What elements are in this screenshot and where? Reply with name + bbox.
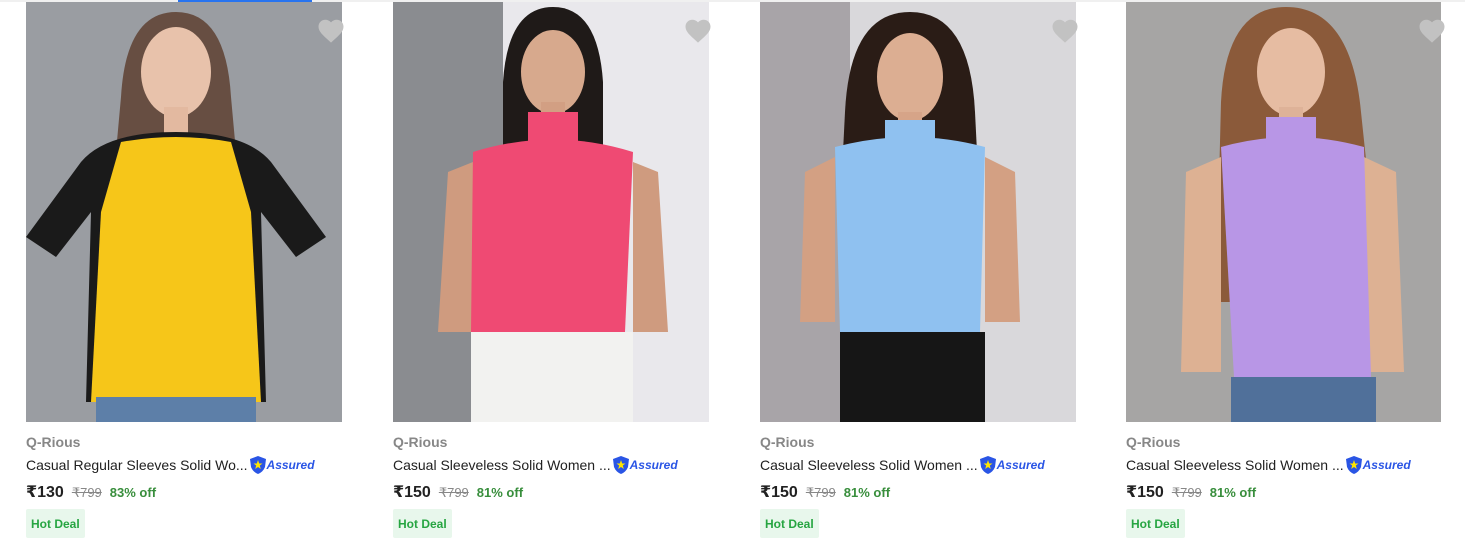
- product-grid: Q-Rious Casual Regular Sleeves Solid Wo.…: [0, 0, 1465, 547]
- heart-icon[interactable]: [1417, 16, 1447, 46]
- product-title[interactable]: Casual Regular Sleeves Solid Wo...: [26, 457, 248, 473]
- hot-deal-badge: Hot Deal: [26, 509, 85, 538]
- product-title[interactable]: Casual Sleeveless Solid Women ...: [760, 457, 978, 473]
- product-image[interactable]: [26, 2, 342, 422]
- product-image[interactable]: [1126, 2, 1441, 422]
- product-image[interactable]: [760, 2, 1076, 422]
- title-row: Casual Sleeveless Solid Women ... Assure…: [760, 455, 1045, 475]
- discount-label: 81% off: [476, 485, 524, 500]
- product-card[interactable]: Q-Rious Casual Sleeveless Solid Women ..…: [1126, 2, 1456, 547]
- hot-deal-badge: Hot Deal: [760, 509, 819, 538]
- shield-icon: [1345, 456, 1362, 474]
- shield-icon: [979, 456, 996, 474]
- assured-label: Assured: [266, 458, 315, 472]
- product-title[interactable]: Casual Sleeveless Solid Women ...: [1126, 457, 1344, 473]
- product-card[interactable]: Q-Rious Casual Sleeveless Solid Women ..…: [760, 2, 1090, 547]
- product-image[interactable]: [393, 2, 709, 422]
- heart-icon[interactable]: [316, 16, 346, 46]
- original-price: ₹799: [1171, 485, 1202, 500]
- original-price: ₹799: [438, 485, 469, 500]
- product-card[interactable]: Q-Rious Casual Regular Sleeves Solid Wo.…: [26, 2, 356, 547]
- brand-name[interactable]: Q-Rious: [26, 434, 80, 450]
- selling-price: ₹150: [760, 484, 798, 501]
- original-price: ₹799: [805, 485, 836, 500]
- price-row: ₹150 ₹799 81% off: [760, 482, 890, 502]
- title-row: Casual Sleeveless Solid Women ... Assure…: [1126, 455, 1411, 475]
- brand-name[interactable]: Q-Rious: [1126, 434, 1180, 450]
- brand-name[interactable]: Q-Rious: [393, 434, 447, 450]
- heart-icon[interactable]: [683, 16, 713, 46]
- selling-price: ₹150: [1126, 484, 1164, 501]
- shield-icon: [612, 456, 629, 474]
- price-row: ₹130 ₹799 83% off: [26, 482, 156, 502]
- shield-icon: [249, 456, 266, 474]
- product-card[interactable]: Q-Rious Casual Sleeveless Solid Women ..…: [393, 2, 723, 547]
- assured-label: Assured: [1362, 458, 1411, 472]
- original-price: ₹799: [71, 485, 102, 500]
- title-row: Casual Regular Sleeves Solid Wo... Assur…: [26, 455, 315, 475]
- assured-label: Assured: [629, 458, 678, 472]
- product-photo: [26, 2, 342, 422]
- product-photo: [393, 2, 709, 422]
- brand-name[interactable]: Q-Rious: [760, 434, 814, 450]
- price-row: ₹150 ₹799 81% off: [393, 482, 523, 502]
- selling-price: ₹150: [393, 484, 431, 501]
- product-photo: [760, 2, 1076, 422]
- assured-badge: Assured: [979, 456, 1045, 474]
- product-photo: [1126, 2, 1441, 422]
- title-row: Casual Sleeveless Solid Women ... Assure…: [393, 455, 678, 475]
- hot-deal-badge: Hot Deal: [1126, 509, 1185, 538]
- price-row: ₹150 ₹799 81% off: [1126, 482, 1256, 502]
- assured-badge: Assured: [1345, 456, 1411, 474]
- assured-badge: Assured: [612, 456, 678, 474]
- discount-label: 81% off: [1209, 485, 1257, 500]
- heart-icon[interactable]: [1050, 16, 1080, 46]
- assured-badge: Assured: [249, 456, 315, 474]
- discount-label: 83% off: [109, 485, 157, 500]
- hot-deal-badge: Hot Deal: [393, 509, 452, 538]
- discount-label: 81% off: [843, 485, 891, 500]
- assured-label: Assured: [996, 458, 1045, 472]
- product-title[interactable]: Casual Sleeveless Solid Women ...: [393, 457, 611, 473]
- selling-price: ₹130: [26, 484, 64, 501]
